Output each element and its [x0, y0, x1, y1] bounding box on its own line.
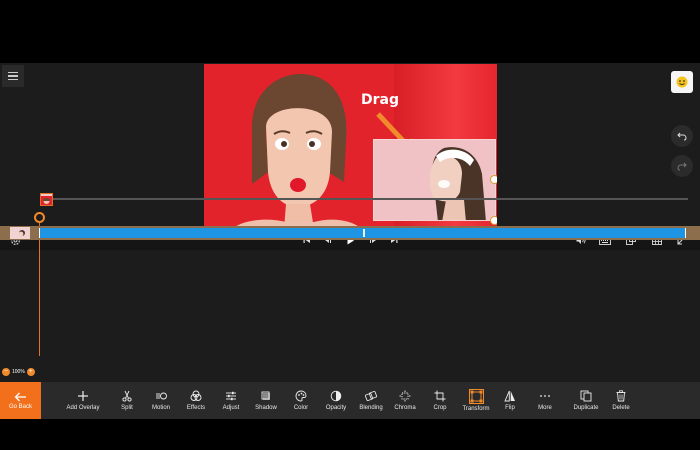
motion-button[interactable]: Motion	[147, 382, 175, 419]
chroma-icon	[399, 390, 411, 402]
effects-button[interactable]: Effects	[182, 382, 210, 419]
main-video-clip[interactable]	[39, 228, 686, 238]
split-label: Split	[121, 405, 133, 411]
more-button[interactable]: More	[531, 382, 559, 419]
clip-split-marker	[363, 229, 365, 237]
blending-label: Blending	[359, 405, 383, 411]
plus-icon	[78, 391, 88, 401]
crop-icon	[434, 390, 446, 402]
crop-button[interactable]: Crop	[426, 382, 454, 419]
delete-button[interactable]: Delete	[608, 382, 634, 419]
trash-icon	[616, 390, 626, 402]
duplicate-label: Duplicate	[573, 405, 599, 411]
flip-label: Flip	[505, 405, 515, 411]
playhead-handle[interactable]	[34, 212, 45, 223]
ellipsis-icon	[540, 395, 550, 397]
color-button[interactable]: Color	[287, 382, 315, 419]
arrow-left-icon	[14, 392, 26, 401]
add-overlay-button[interactable]: Add Overlay	[63, 382, 103, 419]
right-tools	[671, 71, 693, 177]
video-preview[interactable]: Drag	[204, 64, 497, 229]
palette-icon	[295, 390, 307, 402]
transform-label: Transform	[462, 405, 490, 412]
split-button[interactable]: Split	[113, 382, 141, 419]
duplicate-button[interactable]: Duplicate	[569, 382, 603, 419]
motion-icon	[155, 392, 167, 400]
transform-button[interactable]: Transform	[458, 382, 494, 419]
flip-button[interactable]: Flip	[496, 382, 524, 419]
opacity-label: Opacity	[325, 405, 347, 411]
hamburger-menu-icon[interactable]	[2, 65, 24, 87]
shadow-button[interactable]: Shadow	[252, 382, 280, 419]
overlay-woman-image	[429, 147, 486, 220]
video-track	[0, 226, 700, 240]
shadow-label: Shadow	[255, 405, 277, 411]
delete-label: Delete	[612, 405, 630, 411]
opacity-icon	[330, 390, 342, 402]
undo-icon[interactable]	[671, 125, 693, 147]
bottom-toolbar: Go Back Add Overlay Split Motion Effects…	[0, 382, 700, 419]
resize-handle-right[interactable]	[490, 175, 497, 184]
add-overlay-label: Add Overlay	[66, 405, 100, 411]
duplicate-icon	[580, 390, 592, 402]
motion-label: Motion	[151, 405, 170, 411]
more-label: More	[538, 405, 552, 411]
overlay-track-thumbnail[interactable]	[40, 193, 53, 206]
overlay-clip[interactable]	[373, 139, 496, 221]
chroma-button[interactable]: Chroma	[391, 382, 419, 419]
zoom-level: 100%	[12, 369, 25, 375]
adjust-label: Adjust	[222, 405, 240, 411]
editor-window: Drag	[0, 63, 700, 419]
chroma-label: Chroma	[394, 405, 416, 411]
blending-icon	[365, 390, 377, 402]
resize-handle-bottom-right[interactable]	[490, 216, 497, 225]
transform-icon	[468, 388, 484, 404]
color-label: Color	[293, 405, 309, 411]
main-clip-woman-image	[232, 74, 362, 229]
blending-button[interactable]: Blending	[355, 382, 387, 419]
track-thumbnail	[10, 227, 30, 239]
timeline-ruler[interactable]	[40, 198, 688, 200]
go-back-button[interactable]: Go Back	[0, 382, 41, 419]
zoom-out-icon[interactable]: −	[2, 368, 10, 376]
redo-icon[interactable]	[671, 155, 693, 177]
crop-label: Crop	[433, 405, 447, 411]
adjust-button[interactable]: Adjust	[217, 382, 245, 419]
shadow-icon	[261, 391, 270, 400]
effects-label: Effects	[186, 405, 206, 411]
opacity-button[interactable]: Opacity	[322, 382, 350, 419]
sliders-icon	[226, 391, 236, 401]
drag-hint-label: Drag	[361, 92, 399, 108]
zoom-in-icon[interactable]: +	[26, 368, 35, 376]
effects-icon	[190, 390, 202, 401]
timeline-zoom: − 100% +	[2, 368, 35, 376]
sticker-icon[interactable]	[671, 71, 693, 93]
go-back-label: Go Back	[8, 403, 32, 410]
scissors-icon	[122, 390, 132, 402]
flip-icon	[504, 390, 515, 402]
